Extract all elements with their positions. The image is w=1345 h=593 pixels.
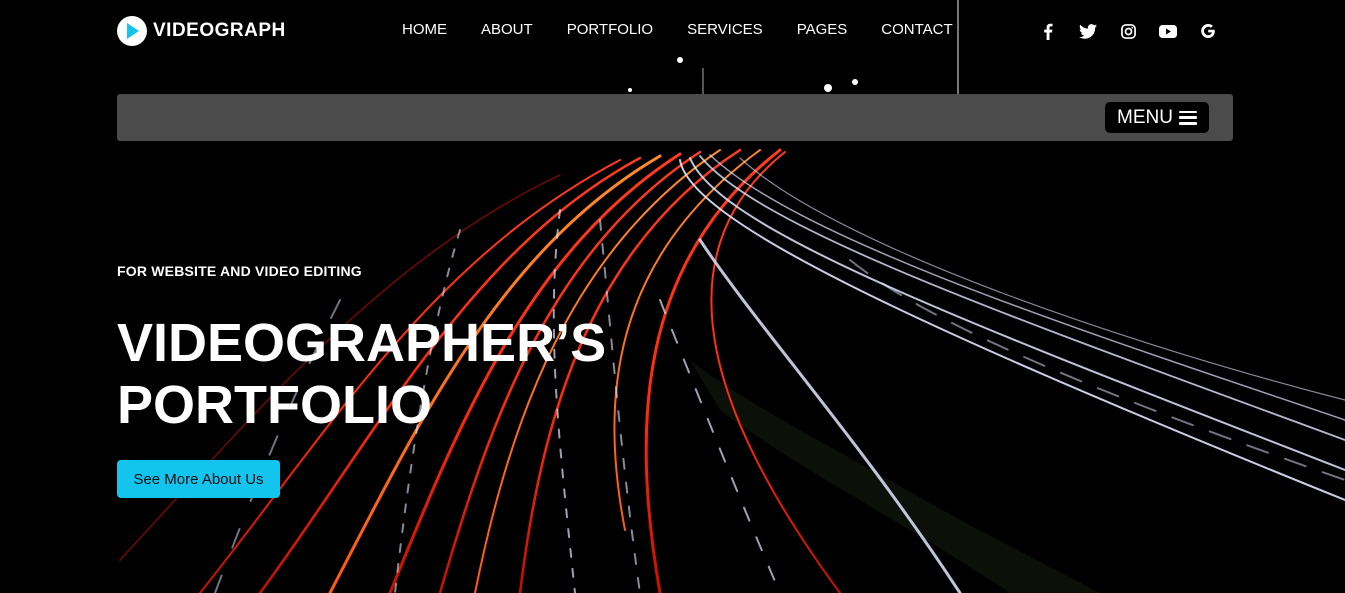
hero-title: VIDEOGRAPHER’S PORTFOLIO: [117, 312, 677, 436]
youtube-icon[interactable]: [1157, 20, 1179, 42]
menu-bar: MENU: [117, 94, 1233, 141]
facebook-icon[interactable]: [1037, 20, 1059, 42]
hamburger-icon: [1179, 110, 1197, 125]
hero-title-line-2: PORTFOLIO: [117, 375, 432, 435]
social-links: [1037, 20, 1237, 42]
highway-light-trails-image: [0, 0, 1345, 593]
nav-item-contact[interactable]: CONTACT: [881, 21, 952, 38]
logo[interactable]: VIDEOGRAPH: [117, 16, 286, 46]
nav-item-services[interactable]: SERVICES: [687, 21, 763, 38]
nav-item-about[interactable]: ABOUT: [481, 21, 533, 38]
nav-item-pages[interactable]: PAGES: [797, 21, 848, 38]
hero-subtitle: FOR WEBSITE AND VIDEO EDITING: [117, 263, 362, 279]
instagram-icon[interactable]: [1117, 20, 1139, 42]
hero-title-line-1: VIDEOGRAPHER’S: [117, 313, 607, 373]
logo-text: VIDEOGRAPH: [153, 20, 286, 41]
play-icon: [117, 16, 147, 46]
hero-section: VIDEOGRAPH HOME ABOUT PORTFOLIO SERVICES…: [0, 0, 1345, 593]
site-header: VIDEOGRAPH HOME ABOUT PORTFOLIO SERVICES…: [0, 0, 1345, 62]
menu-button[interactable]: MENU: [1105, 102, 1209, 133]
see-more-about-us-button[interactable]: See More About Us: [117, 460, 280, 498]
menu-label: MENU: [1117, 106, 1173, 128]
nav-item-portfolio[interactable]: PORTFOLIO: [567, 21, 653, 38]
twitter-icon[interactable]: [1077, 20, 1099, 42]
main-nav: HOME ABOUT PORTFOLIO SERVICES PAGES CONT…: [402, 21, 987, 38]
google-icon[interactable]: [1197, 20, 1219, 42]
nav-item-home[interactable]: HOME: [402, 21, 447, 38]
